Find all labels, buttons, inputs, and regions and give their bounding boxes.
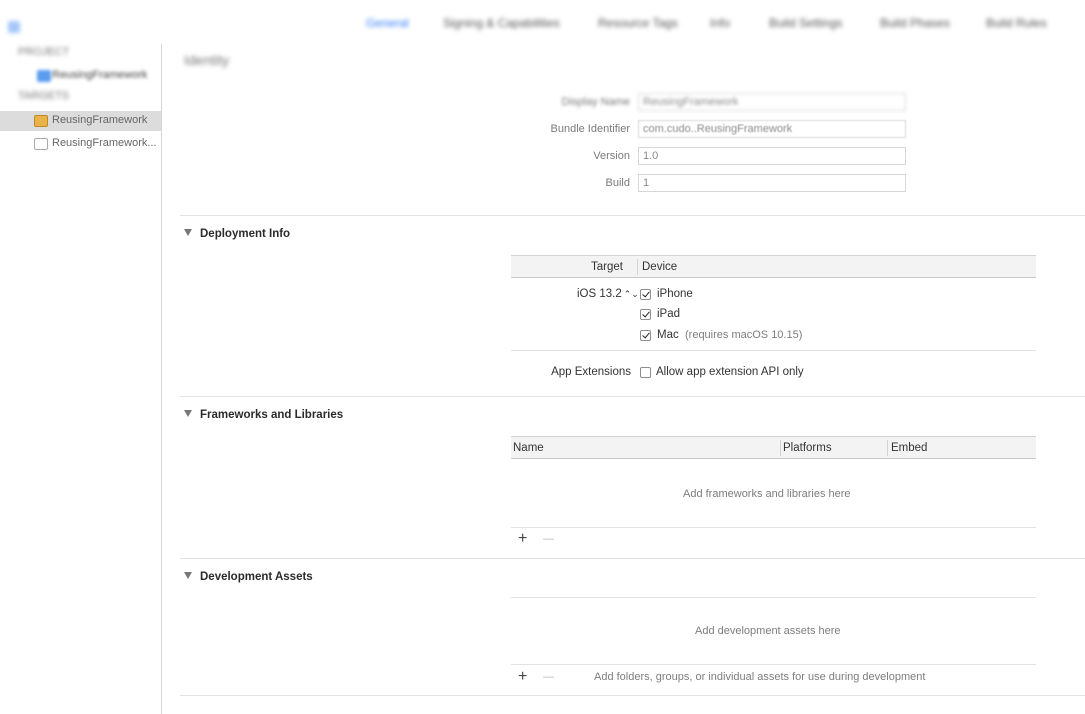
name-column-header: Name [513, 442, 544, 454]
identity-section-title: Identity [184, 52, 230, 68]
app-extensions-label: App Extensions [551, 366, 631, 378]
column-separator [780, 440, 781, 456]
sidebar-item-target-app[interactable]: ReusingFramework [0, 111, 161, 131]
tab-general[interactable]: General [366, 16, 409, 30]
frameworks-header[interactable]: Frameworks and Libraries [184, 409, 343, 421]
table-divider [511, 664, 1036, 665]
build-label: Build [605, 177, 630, 189]
bundle-identifier-row: Bundle Identifier com.cudo..ReusingFrame… [162, 120, 1085, 140]
section-divider [180, 695, 1085, 696]
tab-info[interactable]: Info [710, 16, 730, 30]
bundle-identifier-field[interactable]: com.cudo..ReusingFramework [638, 120, 906, 138]
tab-signing-capabilities[interactable]: Signing & Capabilities [443, 16, 560, 30]
ipad-checkbox[interactable] [640, 309, 651, 320]
frameworks-table-header: Name Platforms Embed [511, 436, 1036, 459]
project-icon [37, 70, 51, 82]
bundle-identifier-label: Bundle Identifier [550, 123, 631, 135]
assets-empty-message: Add development assets here [695, 625, 841, 637]
version-field[interactable]: 1.0 [638, 147, 906, 165]
deployment-info-header[interactable]: Deployment Info [184, 228, 290, 240]
deployment-target-popup[interactable]: iOS 13.2 ⌃⌄ [577, 288, 639, 300]
version-row: Version 1.0 [162, 147, 1085, 167]
tab-build-rules[interactable]: Build Rules [986, 16, 1047, 30]
targets-section-header: TARGETS [18, 90, 70, 102]
section-divider [180, 558, 1085, 559]
sidebar-item-label: ReusingFramework... [52, 137, 157, 149]
mac-label: Mac [657, 329, 679, 341]
target-column-header: Target [591, 261, 623, 273]
mac-requirement-note: (requires macOS 10.15) [685, 329, 803, 341]
disclosure-triangle-icon [184, 229, 192, 236]
sidebar-item-label: ReusingFramework [52, 114, 148, 126]
section-divider [180, 215, 1085, 216]
app-target-icon [34, 115, 48, 127]
section-divider [180, 396, 1085, 397]
table-divider [511, 350, 1036, 351]
iphone-checkbox[interactable] [640, 289, 651, 300]
device-column-header: Device [642, 261, 678, 273]
tab-build-phases[interactable]: Build Phases [880, 16, 950, 30]
app-extension-api-label: Allow app extension API only [656, 366, 804, 378]
assets-hint: Add folders, groups, or individual asset… [594, 671, 926, 683]
sidebar-item-project[interactable]: ReusingFramework [0, 66, 161, 86]
general-settings-pane: Identity Display Name ReusingFramework B… [162, 44, 1085, 714]
frameworks-title: Frameworks and Libraries [200, 409, 344, 421]
column-separator [887, 440, 888, 456]
add-asset-button[interactable]: + [518, 669, 527, 685]
table-divider [511, 527, 1036, 528]
tab-build-settings[interactable]: Build Settings [769, 16, 842, 30]
version-label: Version [593, 150, 630, 162]
build-field[interactable]: 1 [638, 174, 906, 192]
project-target-list: PROJECT ReusingFramework TARGETS Reusing… [0, 44, 162, 714]
sidebar-item-target-tests[interactable]: ReusingFramework... [0, 134, 161, 154]
build-row: Build 1 [162, 174, 1085, 194]
add-framework-button[interactable]: + [518, 531, 527, 547]
tab-resource-tags[interactable]: Resource Tags [598, 16, 678, 30]
disclosure-triangle-icon [184, 572, 192, 579]
deployment-table-header: Target Device [511, 255, 1036, 278]
display-name-label: Display Name [561, 96, 630, 108]
deployment-info-title: Deployment Info [200, 228, 291, 240]
frameworks-empty-message: Add frameworks and libraries here [683, 488, 851, 500]
remove-framework-button[interactable]: — [543, 532, 554, 546]
embed-column-header: Embed [891, 442, 928, 454]
project-section-header: PROJECT [18, 46, 70, 58]
display-name-row: Display Name ReusingFramework [162, 93, 1085, 113]
development-assets-title: Development Assets [200, 571, 313, 583]
display-name-field[interactable]: ReusingFramework [638, 93, 906, 111]
ipad-label: iPad [657, 308, 681, 320]
app-extension-api-checkbox[interactable] [640, 367, 651, 378]
development-assets-header[interactable]: Development Assets [184, 571, 313, 583]
disclosure-triangle-icon [184, 410, 192, 417]
xcode-window: General Signing & Capabilities Resource … [0, 0, 1085, 714]
editor-tab-bar: General Signing & Capabilities Resource … [0, 0, 1085, 44]
remove-asset-button[interactable]: — [543, 670, 554, 684]
mac-checkbox[interactable] [640, 330, 651, 341]
stepper-chevrons-icon: ⌃⌄ [623, 289, 639, 299]
column-separator [637, 259, 638, 275]
deployment-target-value: iOS 13.2 [577, 288, 622, 300]
table-divider [511, 597, 1036, 598]
navigator-icon[interactable] [8, 21, 20, 33]
sidebar-item-label: ReusingFramework [52, 69, 148, 81]
platforms-column-header: Platforms [783, 442, 832, 454]
iphone-label: iPhone [657, 288, 693, 300]
test-target-icon [34, 138, 48, 150]
